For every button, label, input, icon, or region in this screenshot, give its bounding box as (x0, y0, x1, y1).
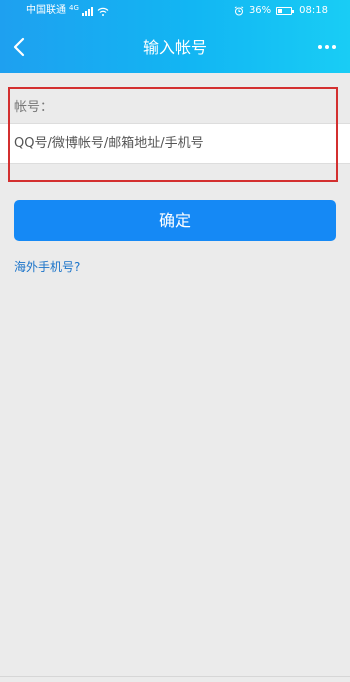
page-title: 输入帐号 (142, 38, 207, 57)
battery-percent: 36% (248, 5, 272, 16)
more-dots-icon (325, 45, 329, 49)
carrier-name: 中国联通 (26, 5, 66, 16)
alarm-icon (234, 6, 244, 16)
status-bar: 中国联通 4G 36% 08:18 (0, 0, 350, 22)
more-options-button[interactable] (312, 34, 342, 60)
more-dots-icon (332, 45, 336, 49)
bottom-divider (0, 676, 350, 677)
title-bar: 输入帐号 (0, 22, 350, 73)
network-indicator: 4G (69, 4, 79, 12)
wifi-icon (97, 7, 109, 16)
chevron-left-icon (13, 37, 25, 57)
account-input[interactable] (0, 124, 350, 163)
battery-icon (276, 7, 295, 15)
back-button[interactable] (4, 32, 34, 62)
signal-icon (81, 6, 93, 16)
header-area: 中国联通 4G 36% 08:18 输入帐号 (0, 0, 350, 73)
account-label: 帐号： (14, 100, 54, 115)
confirm-button[interactable]: 确定 (14, 200, 336, 241)
clock: 08:18 (299, 5, 328, 16)
overseas-phone-link[interactable]: 海外手机号? (14, 258, 80, 275)
app-screen: 中国联通 4G 36% 08:18 输入帐号 帐号： QQ号/微博帐号/邮箱地址… (0, 0, 350, 682)
more-dots-icon (318, 45, 322, 49)
account-field (0, 123, 350, 164)
status-right: 36% 08:18 (234, 0, 328, 22)
battery-level (278, 9, 283, 13)
status-left: 中国联通 4G (26, 0, 109, 22)
